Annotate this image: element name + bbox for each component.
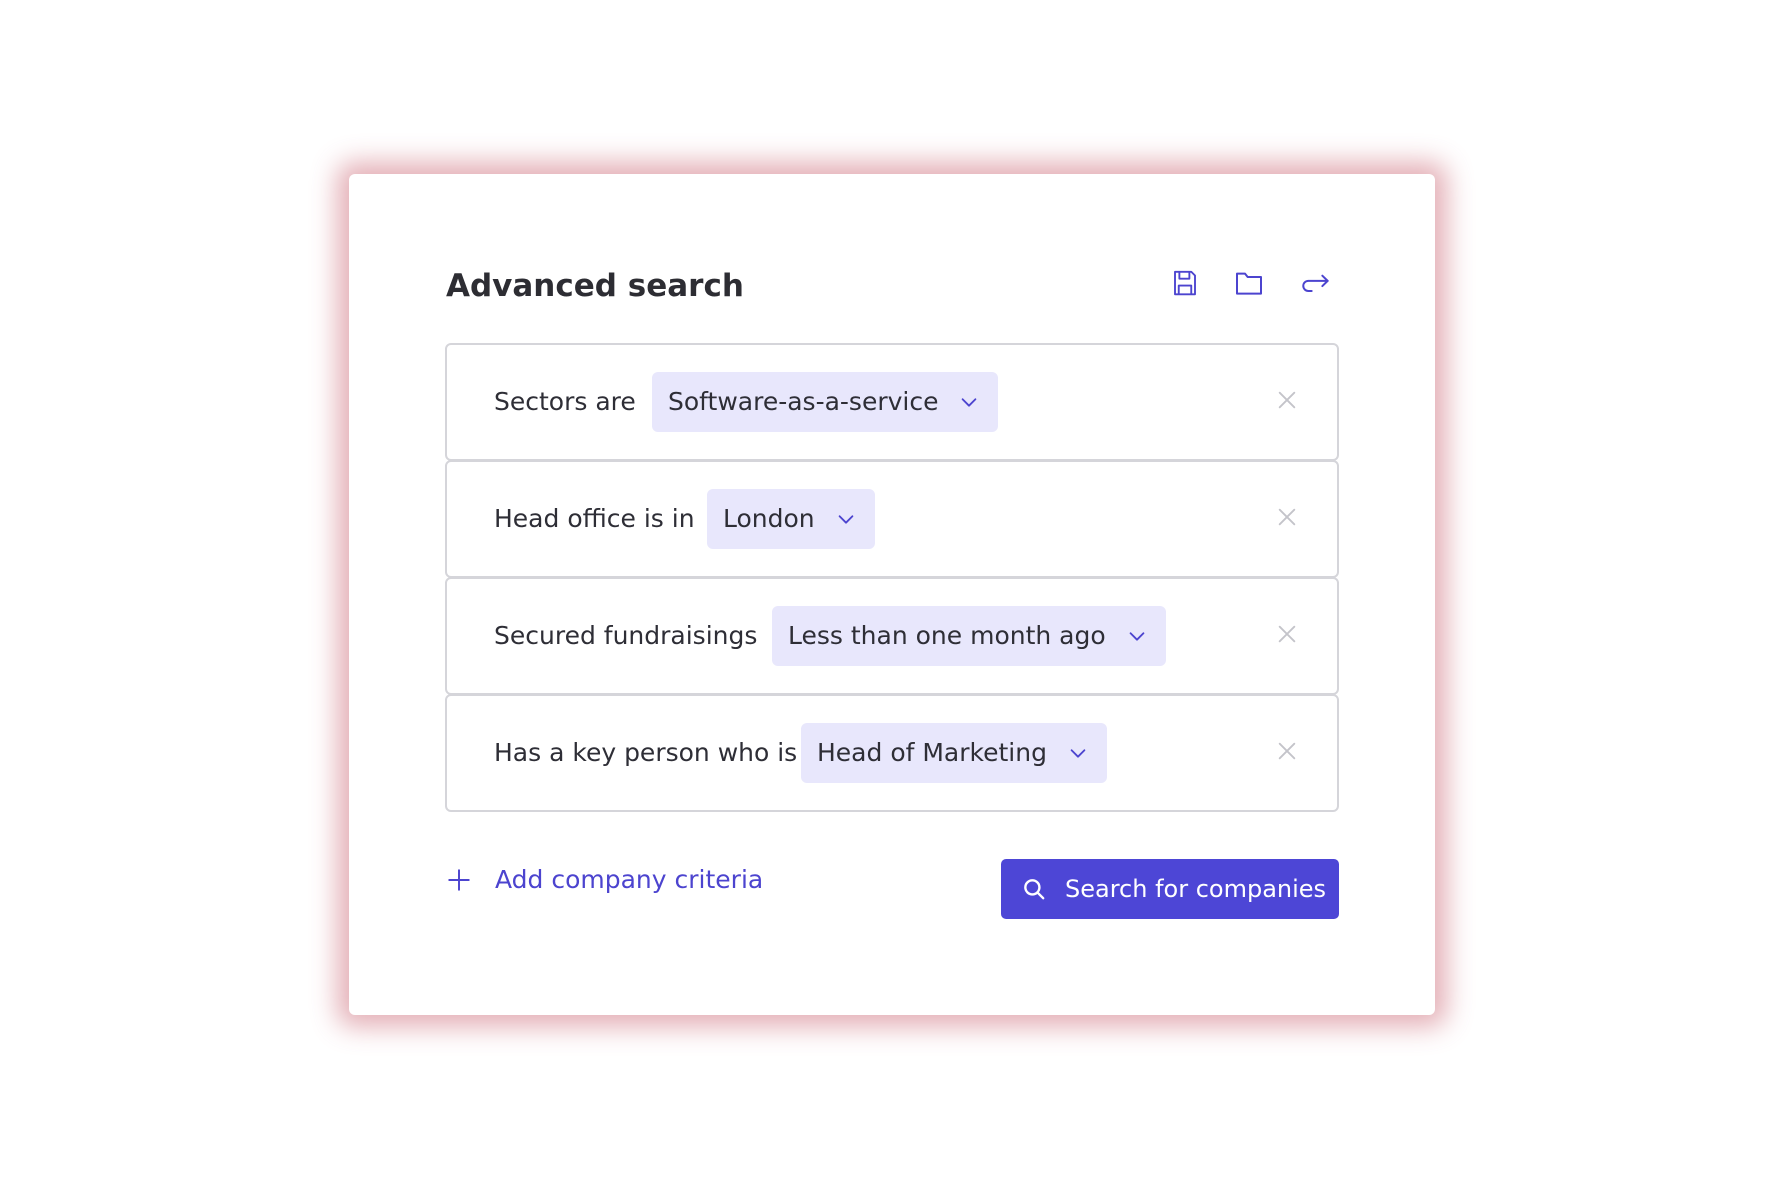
criterion-head-office: Head office is in London (445, 460, 1339, 578)
criterion-label: Secured fundraisings (494, 621, 758, 650)
close-icon (1276, 623, 1298, 649)
role-dropdown[interactable]: Head of Marketing (801, 723, 1107, 783)
chevron-down-icon (1120, 619, 1154, 653)
add-criteria-label: Add company criteria (495, 865, 764, 894)
page-title: Advanced search (446, 268, 744, 304)
close-icon (1276, 389, 1298, 415)
chevron-down-icon (1061, 736, 1095, 770)
criterion-fundraising: Secured fundraisings Less than one month… (445, 577, 1339, 695)
close-icon (1276, 506, 1298, 532)
remove-criterion-button[interactable] (1270, 385, 1304, 419)
close-icon (1276, 740, 1298, 766)
save-icon[interactable] (1164, 262, 1206, 304)
remove-criterion-button[interactable] (1270, 619, 1304, 653)
folder-icon[interactable] (1228, 262, 1270, 304)
chevron-down-icon (829, 502, 863, 536)
sector-dropdown[interactable]: Software-as-a-service (652, 372, 999, 432)
search-icon (1019, 874, 1049, 904)
dropdown-value: London (723, 504, 815, 533)
fundraising-dropdown[interactable]: Less than one month ago (772, 606, 1166, 666)
criteria-list: Sectors are Software-as-a-service Head o… (445, 343, 1339, 812)
undo-icon[interactable] (1296, 262, 1338, 304)
criterion-sectors: Sectors are Software-as-a-service (445, 343, 1339, 461)
dropdown-value: Head of Marketing (817, 738, 1047, 767)
location-dropdown[interactable]: London (707, 489, 875, 549)
criterion-label: Has a key person who is (494, 738, 798, 767)
advanced-search-panel: Advanced search Sectors are Software-as-… (349, 174, 1435, 1015)
criterion-label: Head office is in (494, 504, 695, 533)
search-companies-button[interactable]: Search for companies (1001, 859, 1339, 919)
chevron-down-icon (952, 385, 986, 419)
criterion-key-person: Has a key person who is Head of Marketin… (445, 694, 1339, 812)
search-button-label: Search for companies (1065, 875, 1327, 903)
add-criteria-button[interactable]: Add company criteria (441, 860, 763, 900)
dropdown-value: Less than one month ago (788, 621, 1106, 650)
plus-icon (441, 862, 477, 898)
panel-header: Advanced search (446, 262, 1339, 310)
dropdown-value: Software-as-a-service (668, 387, 939, 416)
remove-criterion-button[interactable] (1270, 736, 1304, 770)
criterion-label: Sectors are (494, 387, 636, 416)
remove-criterion-button[interactable] (1270, 502, 1304, 536)
